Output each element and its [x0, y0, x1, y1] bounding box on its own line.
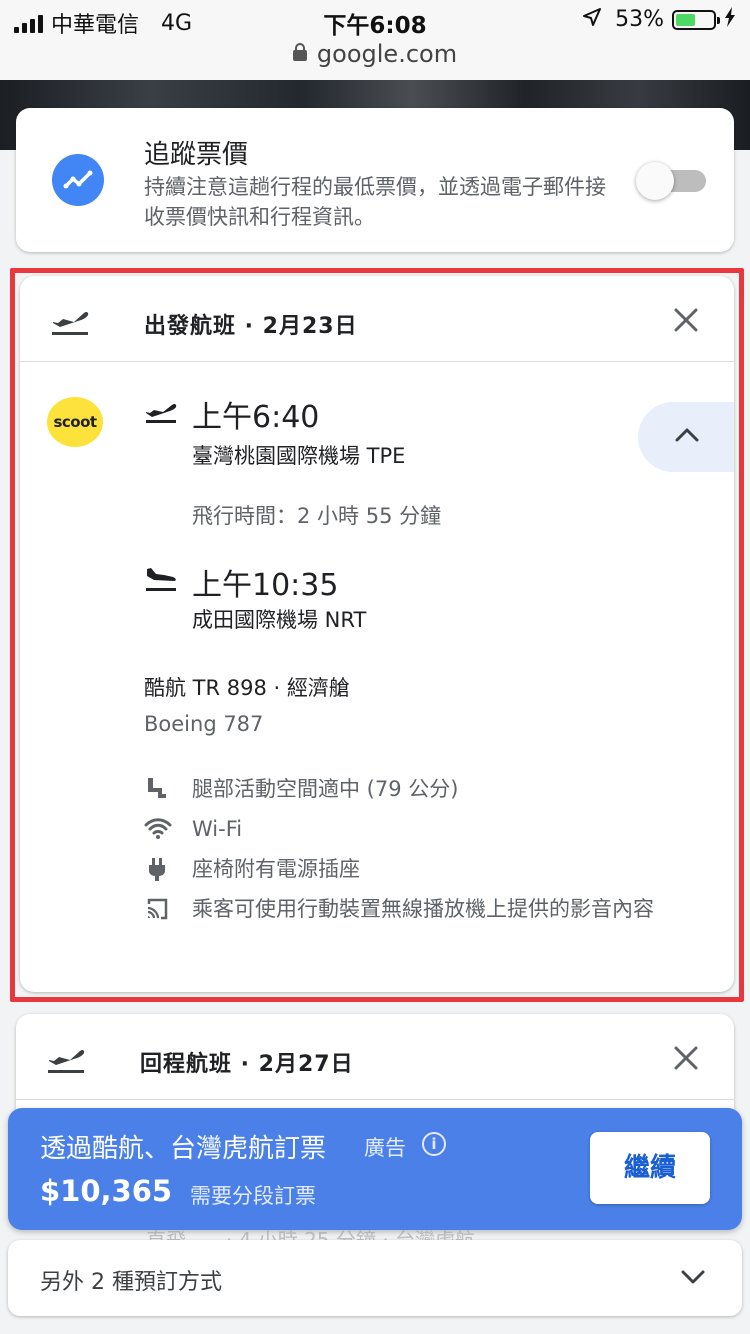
url-domain: google.com: [316, 40, 458, 68]
battery-icon: [672, 9, 720, 30]
selection-highlight: [10, 268, 744, 1002]
more-booking-options[interactable]: 另外 2 種預訂方式: [8, 1240, 742, 1316]
charging-bolt-icon: [724, 7, 736, 32]
trending-chart-icon: [52, 154, 104, 206]
takeoff-icon: [46, 1040, 86, 1078]
continue-button[interactable]: 繼續: [590, 1132, 710, 1204]
address-bar[interactable]: google.com: [0, 40, 750, 80]
booking-banner: 透過酷航、台灣虎航訂票 廣告 i $10,365 需要分段訂票 繼續: [8, 1108, 742, 1230]
track-prices-description: 持續注意這趟行程的最低票價，並透過電子郵件接收票價快訊和行程資訊。: [144, 175, 606, 229]
more-options-label: 另外 2 種預訂方式: [40, 1270, 222, 1295]
info-icon[interactable]: i: [422, 1132, 446, 1156]
chevron-down-icon: [681, 1270, 705, 1284]
return-title: 回程航班 · 2月27日: [140, 1052, 354, 1077]
close-icon[interactable]: [672, 1044, 700, 1072]
track-prices-title: 追蹤票價: [144, 140, 249, 170]
track-prices-card: 追蹤票價 持續注意這趟行程的最低票價，並透過電子郵件接收票價快訊和行程資訊。: [16, 108, 734, 252]
booking-note: 需要分段訂票: [190, 1184, 316, 1208]
track-prices-toggle[interactable]: [636, 162, 706, 200]
battery-percent: 53%: [615, 7, 664, 32]
status-bar: 中華電信 4G 下午6:08 53%: [0, 0, 750, 40]
ad-label: 廣告: [364, 1136, 406, 1160]
location-arrow-icon: [583, 7, 602, 32]
return-header: 回程航班 · 2月27日: [16, 1014, 734, 1100]
booking-price: $10,365: [40, 1174, 173, 1208]
booking-title: 透過酷航、台灣虎航訂票: [40, 1134, 327, 1164]
lock-icon: [292, 43, 307, 61]
